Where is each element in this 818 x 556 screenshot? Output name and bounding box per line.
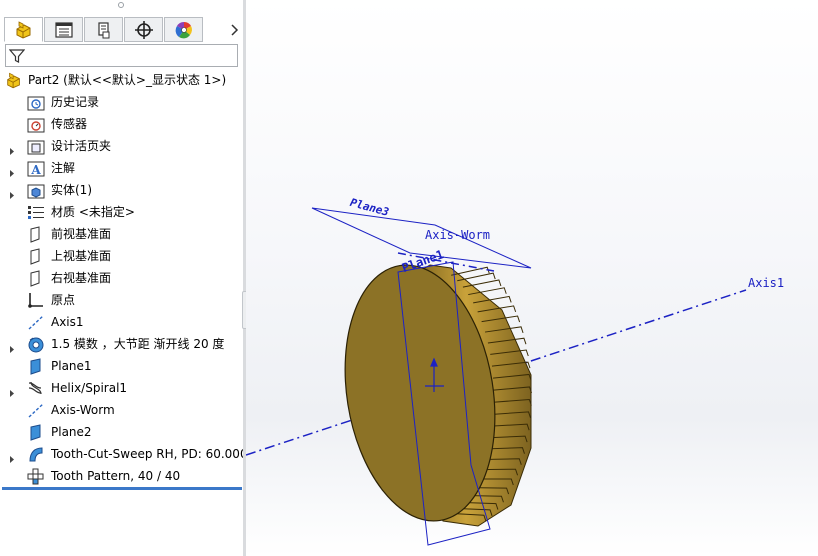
tree-item-label: 传感器	[51, 117, 88, 131]
tree-item[interactable]: 前视基准面	[0, 223, 243, 245]
plane-icon	[27, 270, 45, 287]
solid-bodies-icon	[27, 182, 45, 199]
tree-item-label: Tooth-Cut-Sweep RH, PD: 60.000	[51, 447, 248, 461]
property-list-icon	[54, 21, 73, 38]
feature-tree-icon	[16, 20, 30, 39]
gear-feature-icon	[27, 336, 45, 353]
tree-item-label: 设计活页夹	[51, 139, 112, 153]
gear-tooth	[451, 266, 490, 276]
tree-item-label: 实体(1)	[51, 183, 92, 197]
tree-item-label: Plane2	[51, 425, 92, 439]
configuration-icon	[97, 21, 109, 38]
gear-tooth	[457, 272, 496, 282]
panel-grip[interactable]	[118, 2, 124, 8]
sweep-cut-icon	[27, 446, 45, 463]
history-folder-icon	[27, 94, 45, 111]
rollback-bar[interactable]	[2, 487, 242, 490]
tree-root-label: Part2 (默认<<默认>_显示状态 1>)	[28, 73, 227, 87]
tree-item-label: Axis1	[51, 315, 84, 329]
tree-item-label: Tooth Pattern, 40 / 40	[51, 469, 181, 483]
tree-item-label: 注解	[51, 161, 76, 175]
tree-item-label: 历史记录	[51, 95, 100, 109]
origin-icon	[27, 292, 45, 309]
tree-item[interactable]: Axis-Worm	[0, 399, 243, 421]
tree-item[interactable]: 设计活页夹	[0, 135, 243, 157]
tree-item[interactable]: 上视基准面	[0, 245, 243, 267]
tree-item[interactable]: Plane1	[0, 355, 243, 377]
tree-item-label: 原点	[51, 293, 76, 307]
tree-item-label: Plane1	[51, 359, 92, 373]
manager-tabs	[4, 17, 243, 43]
gear-body[interactable]	[328, 254, 532, 532]
tree-item-label: Axis-Worm	[51, 403, 115, 417]
tree-item[interactable]: Plane2	[0, 421, 243, 443]
crosshair-icon	[134, 20, 153, 39]
helix-icon	[27, 380, 45, 397]
tree-item[interactable]: 材质 <未指定>	[0, 201, 243, 223]
tab-dimxpert[interactable]	[124, 17, 163, 42]
tree-item-label: 上视基准面	[51, 249, 112, 263]
tab-display-manager[interactable]	[164, 17, 203, 42]
tree-item-label: Helix/Spiral1	[51, 381, 128, 395]
tree-item-label: 1.5 模数 ，大节距 渐开线 20 度	[51, 337, 225, 351]
tree-item-label: 材质 <未指定>	[51, 205, 135, 219]
graphics-area[interactable]: Plane3 Plane1 Axis-Worm Axis1	[246, 0, 818, 556]
tab-featuremanager[interactable]	[4, 17, 43, 42]
axis1-label: Axis1	[748, 276, 785, 290]
tab-configurationmanager[interactable]	[84, 17, 123, 42]
tree-item[interactable]: 实体(1)	[0, 179, 243, 201]
tree-item[interactable]: 传感器	[0, 113, 243, 135]
axis-icon	[27, 314, 45, 331]
tree-item[interactable]: 1.5 模数 ，大节距 渐开线 20 度	[0, 333, 243, 355]
color-wheel-icon	[175, 21, 192, 38]
tree-item[interactable]: 右视基准面	[0, 267, 243, 289]
part-icon	[5, 72, 23, 89]
axis-icon	[27, 402, 45, 419]
tree-item[interactable]: Tooth-Cut-Sweep RH, PD: 60.000	[0, 443, 248, 465]
tree-item[interactable]: Axis1	[0, 311, 243, 333]
tab-propertymanager[interactable]	[44, 17, 83, 42]
feature-manager-panel: Part2 (默认<<默认>_显示状态 1>) 历史记录传感器设计活页夹 A 注解实…	[0, 0, 248, 556]
tree-item[interactable]: 历史记录	[0, 91, 243, 113]
tree-item-label: 前视基准面	[51, 227, 112, 241]
design-binder-icon	[27, 138, 45, 155]
tree-item[interactable]: Helix/Spiral1	[0, 377, 243, 399]
tree-item-label: 右视基准面	[51, 271, 112, 285]
plane-icon	[27, 248, 45, 265]
sensor-folder-icon	[27, 116, 45, 133]
pattern-icon	[27, 468, 45, 485]
material-icon	[27, 204, 45, 221]
plane-solid-icon	[27, 424, 45, 441]
filter-box[interactable]	[5, 44, 238, 67]
svg-text:A: A	[30, 163, 41, 177]
axis-worm-label: Axis-Worm	[425, 228, 491, 242]
tree-item[interactable]: A 注解	[0, 157, 243, 179]
filter-icon	[9, 49, 25, 63]
plane-solid-icon	[27, 358, 45, 375]
annotations-icon: A	[27, 160, 45, 177]
model-view[interactable]	[246, 0, 818, 556]
plane-icon	[27, 226, 45, 243]
tree-item[interactable]: 原点	[0, 289, 243, 311]
chevron-right-icon[interactable]	[228, 17, 242, 42]
tree-item[interactable]: Tooth Pattern, 40 / 40	[0, 465, 243, 487]
tree-root-part[interactable]: Part2 (默认<<默认>_显示状态 1>)	[0, 69, 243, 91]
